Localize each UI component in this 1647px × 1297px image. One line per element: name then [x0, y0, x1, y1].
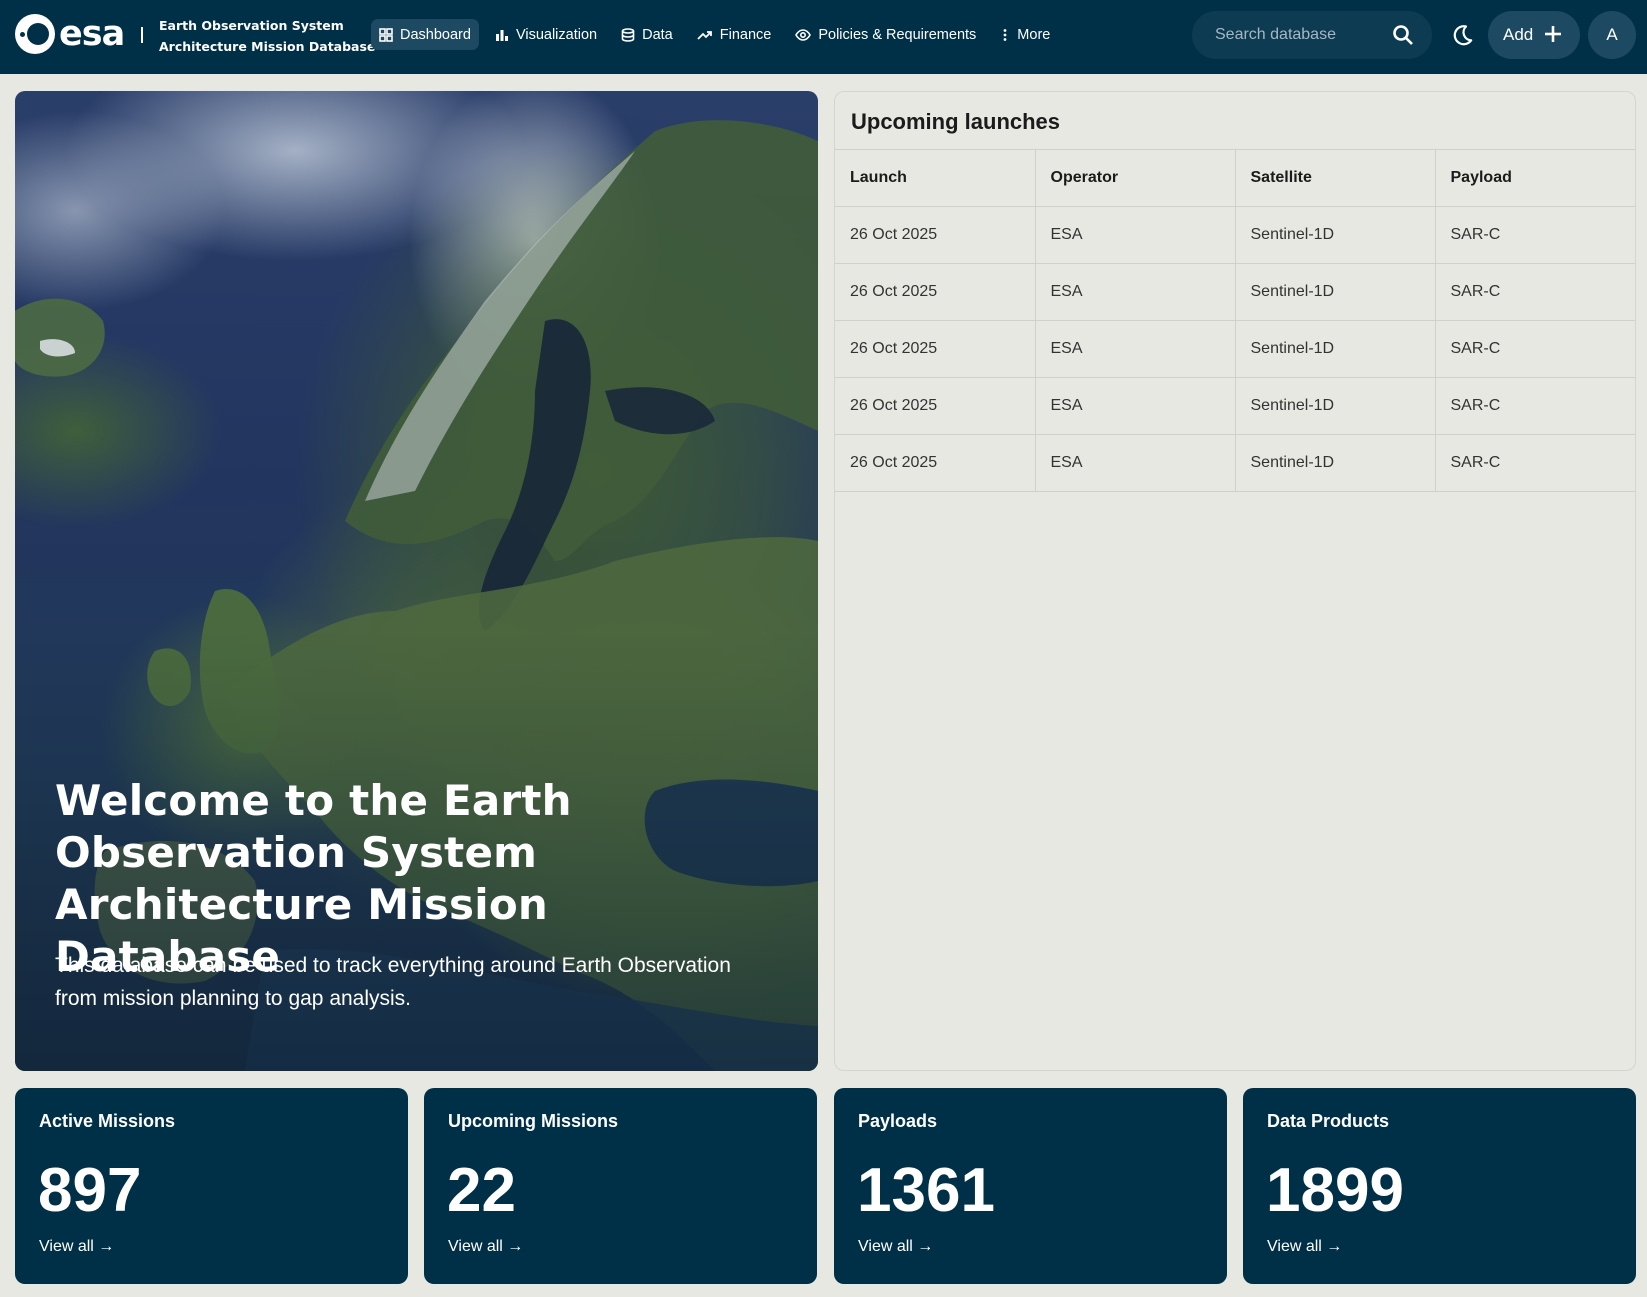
- cell-operator: ESA: [1035, 377, 1236, 435]
- column-header-payload[interactable]: Payload: [1435, 149, 1635, 207]
- table-row[interactable]: 26 Oct 2025 ESA Sentinel-1D SAR-C: [835, 377, 1635, 435]
- dashboard-icon: [379, 27, 393, 42]
- view-all-link[interactable]: View all →: [858, 1238, 933, 1256]
- panel-title: Upcoming launches: [851, 109, 1061, 134]
- cell-satellite: Sentinel-1D: [1235, 263, 1436, 321]
- cell-operator: ESA: [1035, 206, 1236, 264]
- nav-label: Visualization: [515, 26, 598, 43]
- cell-payload: SAR-C: [1435, 206, 1635, 264]
- stat-card-value: 897: [38, 1156, 142, 1225]
- table-row[interactable]: 26 Oct 2025 ESA Sentinel-1D SAR-C: [835, 263, 1635, 321]
- nav-label: More: [1017, 26, 1051, 43]
- nav-finance[interactable]: Finance: [689, 19, 780, 50]
- table-header-row: Launch Operator Satellite Payload: [835, 149, 1635, 207]
- view-all-link[interactable]: View all →: [448, 1238, 523, 1256]
- trend-up-icon: [697, 30, 712, 40]
- main-nav: Dashboard Visualization Data Finance Pol…: [371, 19, 1066, 50]
- cell-satellite: Sentinel-1D: [1235, 320, 1436, 378]
- table-row[interactable]: 26 Oct 2025 ESA Sentinel-1D SAR-C: [835, 206, 1635, 264]
- stat-card-active-missions: Active Missions 897 View all →: [15, 1088, 408, 1284]
- table-row[interactable]: 26 Oct 2025 ESA Sentinel-1D SAR-C: [835, 434, 1635, 492]
- stat-card-value: 1899: [1266, 1156, 1404, 1225]
- stat-card-payloads: Payloads 1361 View all →: [834, 1088, 1227, 1284]
- plus-icon: [1545, 26, 1561, 42]
- search-icon[interactable]: [1392, 24, 1414, 46]
- column-header-launch[interactable]: Launch: [835, 149, 1036, 207]
- stat-card-value: 1361: [857, 1156, 995, 1225]
- cell-operator: ESA: [1035, 320, 1236, 378]
- nav-label: Dashboard: [400, 26, 471, 43]
- dark-mode-toggle-icon[interactable]: [1447, 20, 1477, 50]
- nav-dashboard[interactable]: Dashboard: [371, 19, 479, 50]
- nav-policies-requirements[interactable]: Policies & Requirements: [787, 19, 984, 50]
- nav-label: Finance: [719, 26, 772, 43]
- cell-satellite: Sentinel-1D: [1235, 434, 1436, 492]
- bar-chart-icon: [495, 29, 508, 41]
- esa-logo[interactable]: esa: [15, 14, 125, 54]
- nav-visualization[interactable]: Visualization: [487, 19, 605, 50]
- nav-label: Data: [642, 26, 673, 43]
- add-button-label: Add: [1503, 25, 1534, 44]
- cell-launch-date: 26 Oct 2025: [835, 377, 1036, 435]
- user-avatar[interactable]: A: [1588, 11, 1636, 59]
- cell-payload: SAR-C: [1435, 434, 1635, 492]
- cell-satellite: Sentinel-1D: [1235, 206, 1436, 264]
- cell-payload: SAR-C: [1435, 320, 1635, 378]
- stat-card-title: Payloads: [858, 1111, 938, 1131]
- table-row[interactable]: 26 Oct 2025 ESA Sentinel-1D SAR-C: [835, 320, 1635, 378]
- top-navigation-bar: esa Earth Observation System Architectur…: [0, 0, 1647, 74]
- upcoming-launches-panel: Upcoming launches Launch Operator Satell…: [834, 91, 1636, 1071]
- cell-launch-date: 26 Oct 2025: [835, 434, 1036, 492]
- view-all-link[interactable]: View all →: [39, 1238, 114, 1256]
- cell-operator: ESA: [1035, 263, 1236, 321]
- hero-subtitle: This database can be used to track every…: [55, 954, 731, 1010]
- stat-card-upcoming-missions: Upcoming Missions 22 View all →: [424, 1088, 817, 1284]
- esa-logo-text: esa: [59, 14, 125, 54]
- logo-divider: [141, 27, 143, 43]
- search-bar: [1192, 11, 1432, 59]
- cell-payload: SAR-C: [1435, 377, 1635, 435]
- cell-launch-date: 26 Oct 2025: [835, 263, 1036, 321]
- stat-card-data-products: Data Products 1899 View all →: [1243, 1088, 1636, 1284]
- search-input[interactable]: [1215, 26, 1385, 44]
- stat-card-value: 22: [447, 1156, 516, 1225]
- system-title-line-1: Earth Observation System: [159, 18, 344, 33]
- cell-launch-date: 26 Oct 2025: [835, 206, 1036, 264]
- cell-launch-date: 26 Oct 2025: [835, 320, 1036, 378]
- column-header-operator[interactable]: Operator: [1035, 149, 1236, 207]
- hero-banner: Welcome to the Earth Observation System …: [15, 91, 818, 1071]
- eye-icon: [795, 28, 812, 41]
- nav-label: Policies & Requirements: [818, 26, 977, 43]
- stat-card-title: Data Products: [1267, 1111, 1390, 1131]
- stat-card-title: Active Missions: [39, 1111, 176, 1131]
- database-icon: [621, 27, 635, 42]
- cell-satellite: Sentinel-1D: [1235, 377, 1436, 435]
- system-title: Earth Observation System Architecture Mi…: [159, 15, 376, 57]
- launches-table: Launch Operator Satellite Payload 26 Oct…: [835, 149, 1635, 492]
- cell-payload: SAR-C: [1435, 263, 1635, 321]
- cell-operator: ESA: [1035, 434, 1236, 492]
- more-vertical-icon: [1003, 28, 1007, 41]
- nav-more[interactable]: More: [992, 19, 1058, 50]
- column-header-satellite[interactable]: Satellite: [1235, 149, 1436, 207]
- view-all-link[interactable]: View all →: [1267, 1238, 1342, 1256]
- stat-card-title: Upcoming Missions: [448, 1111, 619, 1131]
- add-button[interactable]: Add: [1488, 11, 1580, 59]
- system-title-line-2: Architecture Mission Database: [159, 39, 376, 54]
- esa-logo-mark: [15, 14, 55, 54]
- nav-data[interactable]: Data: [613, 19, 681, 50]
